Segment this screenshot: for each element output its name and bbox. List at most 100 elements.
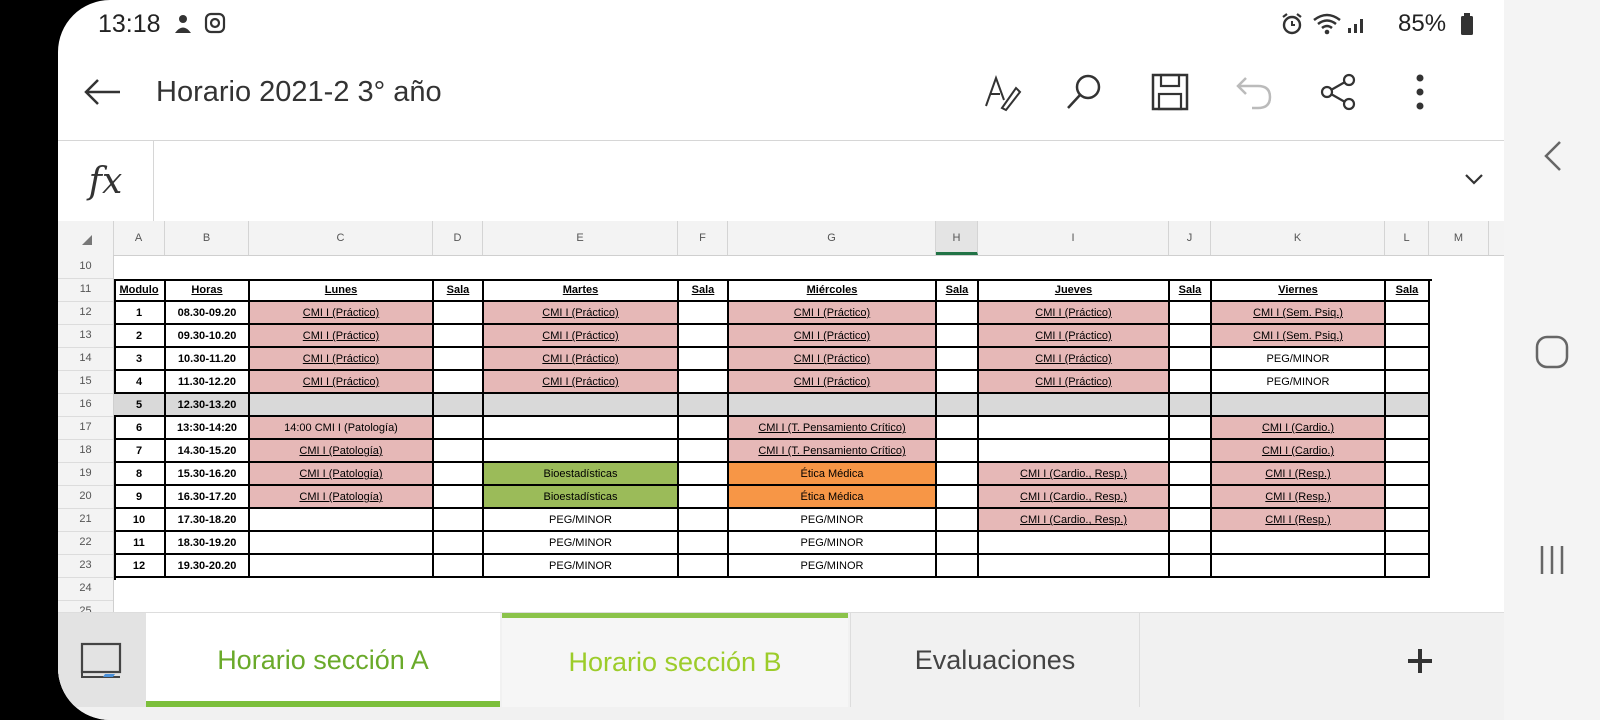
row-header-18[interactable]: 18 xyxy=(58,439,113,463)
function-button[interactable]: fx xyxy=(58,141,154,221)
row-header-24[interactable]: 24 xyxy=(58,577,113,601)
row-header-19[interactable]: 19 xyxy=(58,462,113,486)
column-header-h[interactable]: H xyxy=(936,221,978,255)
select-all-corner[interactable] xyxy=(58,221,114,255)
class-cell-vie[interactable]: CMI I (Cardio.) xyxy=(1212,440,1386,463)
add-sheet-button[interactable] xyxy=(1398,639,1442,683)
column-header-i[interactable]: I xyxy=(978,221,1169,255)
class-cell-mie[interactable]: Ética Médica xyxy=(729,486,937,509)
class-cell-mie[interactable]: CMI I (Práctico) xyxy=(729,302,937,325)
class-cell-mie[interactable]: PEG/MINOR xyxy=(729,532,937,555)
class-cell-jue[interactable]: CMI I (Cardio., Resp.) xyxy=(979,463,1170,486)
sala-cell-mar[interactable] xyxy=(679,325,729,348)
module-cell[interactable]: 11 xyxy=(114,532,166,555)
module-cell[interactable]: 3 xyxy=(114,348,166,371)
sala-cell-mar[interactable] xyxy=(679,555,729,578)
system-home-icon[interactable] xyxy=(1504,334,1600,370)
sala-cell-jue[interactable] xyxy=(1170,348,1212,371)
class-cell-vie[interactable]: CMI I (Resp.) xyxy=(1212,509,1386,532)
class-cell-jue[interactable]: CMI I (Práctico) xyxy=(979,348,1170,371)
column-header-a[interactable]: A xyxy=(113,221,165,255)
time-cell[interactable]: 18.30-19.20 xyxy=(166,532,250,555)
class-cell-vie[interactable]: CMI I (Sem. Psiq.) xyxy=(1212,325,1386,348)
sala-cell-vie[interactable] xyxy=(1386,440,1430,463)
sala-cell-mie[interactable] xyxy=(937,394,979,417)
class-cell-mar[interactable]: Bioestadísticas xyxy=(484,463,679,486)
system-recents-icon[interactable] xyxy=(1504,542,1600,578)
time-cell[interactable]: 14.30-15.20 xyxy=(166,440,250,463)
class-cell-vie[interactable] xyxy=(1212,555,1386,578)
column-header-e[interactable]: E xyxy=(483,221,678,255)
class-cell-jue[interactable] xyxy=(979,555,1170,578)
sala-cell-lun[interactable] xyxy=(434,302,484,325)
sala-cell-mie[interactable] xyxy=(937,325,979,348)
sala-cell-jue[interactable] xyxy=(1170,486,1212,509)
more-options-icon[interactable] xyxy=(1398,70,1442,114)
sala-cell-mie[interactable] xyxy=(937,371,979,394)
time-cell[interactable]: 08.30-09.20 xyxy=(166,302,250,325)
module-cell[interactable]: 5 xyxy=(114,394,166,417)
row-header-22[interactable]: 22 xyxy=(58,531,113,555)
class-cell-mie[interactable]: CMI I (Práctico) xyxy=(729,325,937,348)
sala-cell-mar[interactable] xyxy=(679,348,729,371)
column-header-k[interactable]: K xyxy=(1211,221,1385,255)
class-cell-mar[interactable] xyxy=(484,394,679,417)
sala-cell-mar[interactable] xyxy=(679,302,729,325)
class-cell-jue[interactable]: CMI I (Cardio., Resp.) xyxy=(979,509,1170,532)
sala-cell-jue[interactable] xyxy=(1170,555,1212,578)
sala-cell-mar[interactable] xyxy=(679,371,729,394)
sheets-menu-button[interactable] xyxy=(58,613,146,707)
class-cell-mie[interactable]: Ética Médica xyxy=(729,463,937,486)
table-header-cell[interactable]: Lunes xyxy=(250,279,434,302)
row-header-16[interactable]: 16 xyxy=(58,393,113,417)
class-cell-lun[interactable] xyxy=(250,509,434,532)
sala-cell-mie[interactable] xyxy=(937,532,979,555)
class-cell-lun[interactable] xyxy=(250,394,434,417)
class-cell-mie[interactable]: PEG/MINOR xyxy=(729,509,937,532)
row-header-17[interactable]: 17 xyxy=(58,416,113,440)
class-cell-jue[interactable]: CMI I (Práctico) xyxy=(979,302,1170,325)
column-header-g[interactable]: G xyxy=(728,221,936,255)
sala-cell-vie[interactable] xyxy=(1386,394,1430,417)
save-icon[interactable] xyxy=(1148,70,1192,114)
back-arrow-icon[interactable] xyxy=(80,70,124,114)
share-icon[interactable] xyxy=(1316,70,1360,114)
class-cell-jue[interactable]: CMI I (Cardio., Resp.) xyxy=(979,486,1170,509)
sala-cell-vie[interactable] xyxy=(1386,348,1430,371)
sala-cell-jue[interactable] xyxy=(1170,371,1212,394)
class-cell-vie[interactable]: CMI I (Resp.) xyxy=(1212,463,1386,486)
sala-cell-jue[interactable] xyxy=(1170,532,1212,555)
time-cell[interactable]: 16.30-17.20 xyxy=(166,486,250,509)
sala-cell-lun[interactable] xyxy=(434,325,484,348)
module-cell[interactable]: 7 xyxy=(114,440,166,463)
sala-cell-jue[interactable] xyxy=(1170,440,1212,463)
class-cell-lun[interactable]: CMI I (Patología) xyxy=(250,440,434,463)
class-cell-vie[interactable] xyxy=(1212,394,1386,417)
module-cell[interactable]: 12 xyxy=(114,555,166,578)
tab-horario-seccion-b[interactable]: Horario sección B xyxy=(502,613,848,707)
sala-cell-lun[interactable] xyxy=(434,371,484,394)
sala-cell-lun[interactable] xyxy=(434,394,484,417)
sala-cell-mar[interactable] xyxy=(679,417,729,440)
row-header-14[interactable]: 14 xyxy=(58,347,113,371)
system-back-icon[interactable] xyxy=(1504,138,1600,174)
sala-cell-vie[interactable] xyxy=(1386,417,1430,440)
class-cell-jue[interactable] xyxy=(979,394,1170,417)
class-cell-mar[interactable]: CMI I (Práctico) xyxy=(484,325,679,348)
time-cell[interactable]: 11.30-12.20 xyxy=(166,371,250,394)
table-header-cell[interactable]: Sala xyxy=(1386,279,1430,302)
sala-cell-mie[interactable] xyxy=(937,486,979,509)
module-cell[interactable]: 4 xyxy=(114,371,166,394)
sala-cell-lun[interactable] xyxy=(434,463,484,486)
sala-cell-lun[interactable] xyxy=(434,486,484,509)
class-cell-mar[interactable]: PEG/MINOR xyxy=(484,509,679,532)
sala-cell-vie[interactable] xyxy=(1386,509,1430,532)
sala-cell-vie[interactable] xyxy=(1386,463,1430,486)
table-header-cell[interactable]: Sala xyxy=(679,279,729,302)
class-cell-lun[interactable]: CMI I (Práctico) xyxy=(250,371,434,394)
module-cell[interactable]: 1 xyxy=(114,302,166,325)
spreadsheet-grid[interactable]: ABCDEFGHIJKLM 10 11 12 13 14 15 16 17 18 19 20 21 22… xyxy=(58,221,1504,619)
column-header-l[interactable]: L xyxy=(1385,221,1429,255)
class-cell-vie[interactable]: CMI I (Sem. Psiq.) xyxy=(1212,302,1386,325)
sala-cell-jue[interactable] xyxy=(1170,302,1212,325)
